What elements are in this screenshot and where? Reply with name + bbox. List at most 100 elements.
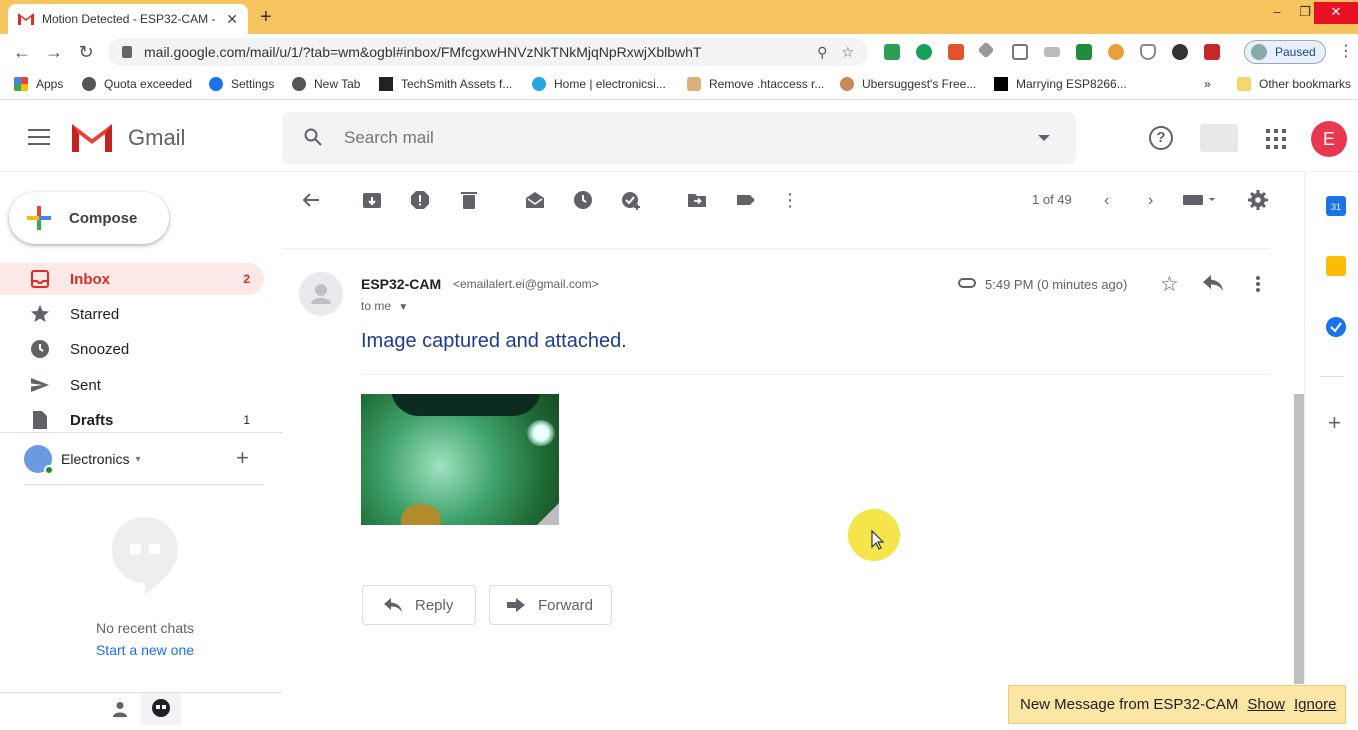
- address-bar[interactable]: mail.google.com/mail/u/1/?tab=wm&ogbl#in…: [108, 38, 868, 66]
- label-icon[interactable]: [736, 190, 756, 210]
- globe-icon: [82, 77, 96, 91]
- browser-toolbar: ← → ↻ mail.google.com/mail/u/1/?tab=wm&o…: [0, 34, 1358, 70]
- mark-unread-icon[interactable]: [525, 190, 545, 210]
- bookmark-item[interactable]: Marrying ESP8266...: [994, 77, 1127, 91]
- profile-paused-button[interactable]: Paused: [1244, 40, 1326, 64]
- calendar-icon[interactable]: 31: [1326, 196, 1346, 216]
- sidebar-item-inbox[interactable]: Inbox 2: [0, 263, 264, 295]
- image-attachment-thumbnail[interactable]: [361, 394, 559, 525]
- reply-button[interactable]: Reply: [362, 585, 476, 625]
- reply-icon[interactable]: [1202, 274, 1224, 292]
- ignore-link[interactable]: Ignore: [1294, 696, 1337, 713]
- cursor-highlight: [848, 509, 900, 561]
- show-link[interactable]: Show: [1247, 696, 1285, 713]
- google-apps-icon[interactable]: [1266, 129, 1286, 149]
- main-menu-icon[interactable]: [28, 129, 50, 145]
- account-avatar[interactable]: E: [1311, 121, 1347, 157]
- extension-icon[interactable]: [1204, 44, 1220, 60]
- bookmark-item[interactable]: New Tab: [292, 77, 360, 91]
- scrollbar-thumb[interactable]: [1294, 394, 1304, 684]
- bookmark-item[interactable]: Settings: [209, 77, 274, 91]
- settings-gear-icon[interactable]: [1248, 190, 1268, 210]
- search-icon[interactable]: [304, 128, 322, 146]
- offline-mail-icon[interactable]: [1200, 124, 1238, 152]
- star-message-icon[interactable]: ☆: [1160, 272, 1179, 297]
- add-chat-icon[interactable]: +: [236, 445, 249, 471]
- message-timestamp: 5:49 PM (0 minutes ago): [985, 277, 1128, 292]
- delete-icon[interactable]: [459, 190, 479, 210]
- forward-icon[interactable]: →: [44, 42, 64, 62]
- new-tab-icon[interactable]: +: [260, 6, 272, 28]
- add-to-tasks-icon[interactable]: [621, 190, 641, 210]
- sender-avatar[interactable]: [299, 272, 343, 316]
- bookmark-item[interactable]: Remove .htaccess r...: [687, 77, 824, 91]
- bookmark-item[interactable]: Home | electronicsi...: [532, 77, 666, 91]
- bookmark-item[interactable]: Quota exceeded: [82, 77, 192, 91]
- no-recent-chats-text: No recent chats: [95, 620, 195, 636]
- extension-icon[interactable]: [948, 44, 964, 60]
- get-addons-icon[interactable]: +: [1328, 412, 1341, 434]
- search-bar[interactable]: [282, 112, 1076, 164]
- newer-chevron-icon[interactable]: ‹: [1104, 192, 1109, 210]
- scrollbar-track: [1294, 228, 1304, 394]
- gmail-logo-icon[interactable]: [70, 120, 114, 154]
- draft-count: 1: [243, 413, 250, 427]
- hangouts-user[interactable]: Electronics ▾ +: [24, 442, 274, 476]
- forward-button[interactable]: Forward: [489, 585, 612, 625]
- contacts-icon[interactable]: [112, 701, 128, 717]
- bookmark-item[interactable]: Apps: [14, 77, 63, 91]
- notification-text: New Message from ESP32-CAM: [1020, 696, 1239, 713]
- archive-icon[interactable]: [362, 190, 382, 210]
- tasks-icon[interactable]: [1326, 317, 1346, 337]
- bookmark-item[interactable]: TechSmith Assets f...: [379, 77, 512, 91]
- tag-icon[interactable]: [977, 41, 995, 59]
- extension-icon[interactable]: [1012, 44, 1028, 60]
- close-tab-icon[interactable]: ✕: [226, 11, 238, 28]
- compose-button[interactable]: Compose: [9, 192, 169, 244]
- other-bookmarks[interactable]: Other bookmarks: [1237, 77, 1351, 91]
- more-options-icon[interactable]: [1256, 276, 1260, 292]
- bookmark-star-icon[interactable]: ☆: [841, 44, 854, 61]
- report-spam-icon[interactable]: [410, 190, 430, 210]
- more-actions-icon[interactable]: ⋮: [780, 190, 800, 210]
- browser-tab[interactable]: Motion Detected - ESP32-CAM - ✕: [8, 4, 248, 34]
- hangouts-tab-icon[interactable]: [141, 693, 181, 725]
- check-extension-icon[interactable]: [1076, 44, 1092, 60]
- search-input[interactable]: [344, 126, 984, 150]
- back-icon[interactable]: ←: [12, 42, 32, 62]
- sender-name[interactable]: ESP32-CAM: [361, 276, 441, 292]
- extension-icon[interactable]: [1172, 44, 1188, 60]
- start-new-chat-link[interactable]: Start a new one: [0, 642, 290, 658]
- input-tools-icon[interactable]: [1183, 190, 1219, 210]
- close-window-icon[interactable]: ✕: [1314, 2, 1358, 24]
- grammarly-icon[interactable]: [916, 44, 932, 60]
- older-chevron-icon[interactable]: ›: [1148, 192, 1153, 210]
- user-avatar: [24, 445, 54, 475]
- extension-icon[interactable]: [884, 44, 900, 60]
- search-options-dropdown-icon[interactable]: [1038, 135, 1050, 141]
- sidebar-item-sent[interactable]: Sent: [0, 369, 264, 401]
- back-to-inbox-icon[interactable]: [301, 190, 321, 210]
- sidebar-item-starred[interactable]: Starred: [0, 298, 264, 330]
- reload-icon[interactable]: ↻: [76, 42, 96, 62]
- cookie-icon[interactable]: [1108, 44, 1124, 60]
- sidebar-item-snoozed[interactable]: Snoozed: [0, 333, 264, 365]
- message-view: ESP32-CAM <emailalert.ei@gmail.com> to m…: [282, 228, 1294, 724]
- chevron-down-icon[interactable]: ▼: [398, 302, 408, 313]
- snooze-icon[interactable]: [573, 190, 593, 210]
- bookmark-item[interactable]: Ubersuggest's Free...: [840, 77, 976, 91]
- gear-icon: [209, 77, 223, 91]
- shield-icon[interactable]: [1140, 44, 1156, 60]
- extension-icon[interactable]: [1044, 47, 1060, 57]
- forward-arrow-icon: [506, 597, 526, 613]
- sender-email: <emailalert.ei@gmail.com>: [453, 277, 599, 291]
- recipient-details[interactable]: to me ▼: [361, 299, 408, 313]
- browser-menu-icon[interactable]: ⋮: [1336, 42, 1356, 62]
- gmail-brand: Gmail: [128, 125, 186, 150]
- keep-icon[interactable]: [1326, 256, 1346, 276]
- zoom-icon[interactable]: ⚲: [817, 44, 827, 61]
- user-dropdown-icon[interactable]: ▾: [135, 454, 140, 465]
- help-icon[interactable]: ?: [1149, 126, 1173, 150]
- bookmarks-overflow-icon[interactable]: »: [1204, 77, 1211, 91]
- move-to-icon[interactable]: [687, 190, 707, 210]
